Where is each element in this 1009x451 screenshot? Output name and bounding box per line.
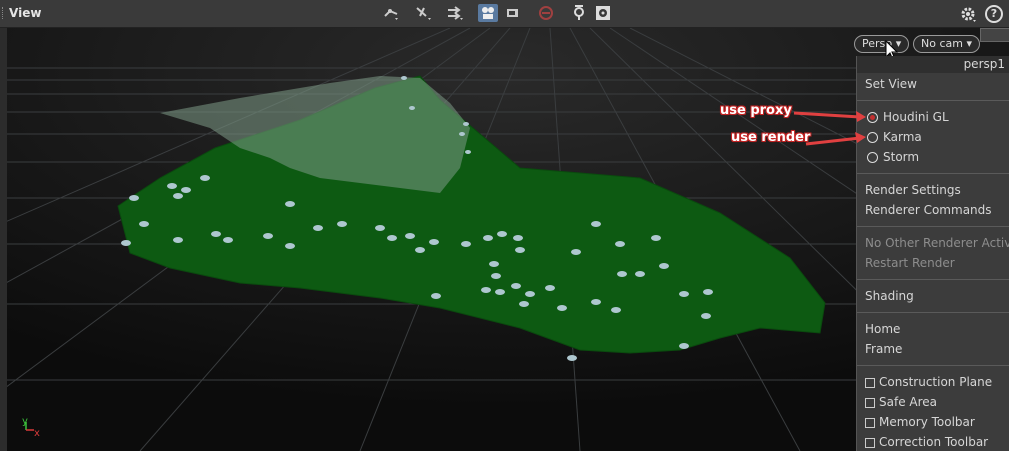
- menu-item-shading[interactable]: Shading: [865, 289, 914, 303]
- snapshot-icon[interactable]: [593, 4, 613, 22]
- select-tool-icon[interactable]: [381, 4, 401, 22]
- gear-icon[interactable]: [959, 5, 977, 23]
- menu-divider: [857, 279, 1009, 280]
- menu-item-label: Construction Plane: [879, 375, 993, 389]
- camera-select-label: No cam: [921, 37, 963, 50]
- menu-item-render-settings[interactable]: Render Settings: [865, 183, 961, 197]
- display-options-icon[interactable]: [445, 4, 465, 22]
- checkbox-safe-area[interactable]: [865, 398, 875, 408]
- menu-item-frame[interactable]: Frame: [865, 342, 902, 356]
- move-handle-icon[interactable]: [414, 4, 434, 22]
- checkbox-memory-toolbar[interactable]: [865, 418, 875, 428]
- annotation-arrows: [793, 111, 866, 146]
- viewer-toolbar: View ?: [0, 0, 1009, 28]
- menu-item-home[interactable]: Home: [865, 322, 900, 336]
- menu-divider: [857, 312, 1009, 313]
- viewport-corner-toggle[interactable]: [980, 28, 1009, 42]
- menu-item-label: Houdini GL: [883, 110, 949, 124]
- annotation-use-proxy: use proxy: [720, 103, 792, 118]
- menu-item-no-other-renderer: No Other Renderer Active: [865, 236, 1009, 250]
- menu-item-renderer-commands[interactable]: Renderer Commands: [865, 203, 992, 217]
- radio-storm[interactable]: [867, 152, 878, 163]
- view-dropdown-menu: persp1 Set View Houdini GL Karma Storm R…: [856, 56, 1009, 451]
- menu-item-set-view[interactable]: Set View: [865, 77, 917, 91]
- menu-divider: [857, 226, 1009, 227]
- menu-item-label: Safe Area: [879, 395, 938, 409]
- menu-item-label: Correction Toolbar: [879, 435, 989, 449]
- camera-select-button[interactable]: No cam ▾: [913, 35, 980, 53]
- menu-item-label: Memory Toolbar: [879, 415, 975, 429]
- axis-x-label: x: [34, 428, 40, 439]
- no-entry-icon[interactable]: [536, 4, 556, 22]
- scene-view-icon[interactable]: [478, 4, 498, 22]
- checkbox-construction-plane[interactable]: [865, 378, 875, 388]
- left-toolbar-strip[interactable]: [0, 28, 7, 451]
- render-icon[interactable]: [569, 4, 589, 22]
- axis-y-label: y: [22, 416, 28, 427]
- menu-divider: [857, 365, 1009, 366]
- camera-icon[interactable]: [503, 4, 523, 22]
- persp-view-button[interactable]: Persp ▾: [854, 35, 910, 53]
- checkbox-correction-toolbar[interactable]: [865, 438, 875, 448]
- pane-title: View: [9, 6, 42, 20]
- help-icon[interactable]: ?: [985, 5, 1003, 23]
- menu-item-label: Storm: [883, 150, 920, 164]
- menu-item-label: Karma: [883, 130, 922, 144]
- pane-grip[interactable]: [2, 7, 6, 19]
- menu-item-restart-render: Restart Render: [865, 256, 955, 270]
- menu-divider: [857, 173, 1009, 174]
- chevron-down-icon: ▾: [966, 37, 972, 50]
- menu-header: persp1: [857, 56, 1009, 73]
- menu-divider: [857, 100, 1009, 101]
